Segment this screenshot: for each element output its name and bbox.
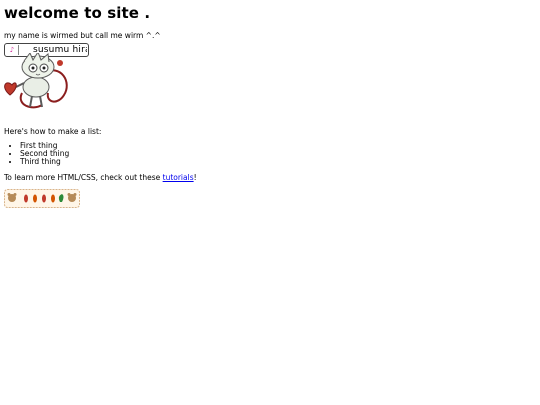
page: welcome to site . my name is wirmed but … (4, 0, 536, 57)
decorative-stamp-image (4, 189, 80, 208)
intro-text: my name is wirmed but call me wirm ^.^ (4, 31, 161, 40)
list-intro: Here's how to make a list: (4, 127, 102, 136)
tutorials-link[interactable]: tutorials (163, 173, 194, 182)
thing-list: First thing Second thing Third thing (4, 142, 69, 166)
page-heading: welcome to site . (4, 4, 151, 22)
learn-more-suffix: ! (193, 173, 197, 182)
mascot-image (4, 53, 68, 109)
list-item: Third thing (20, 158, 69, 166)
learn-more-text: To learn more HTML/CSS, check out these … (4, 173, 197, 183)
learn-more-prefix: To learn more HTML/CSS, check out these (4, 173, 163, 182)
